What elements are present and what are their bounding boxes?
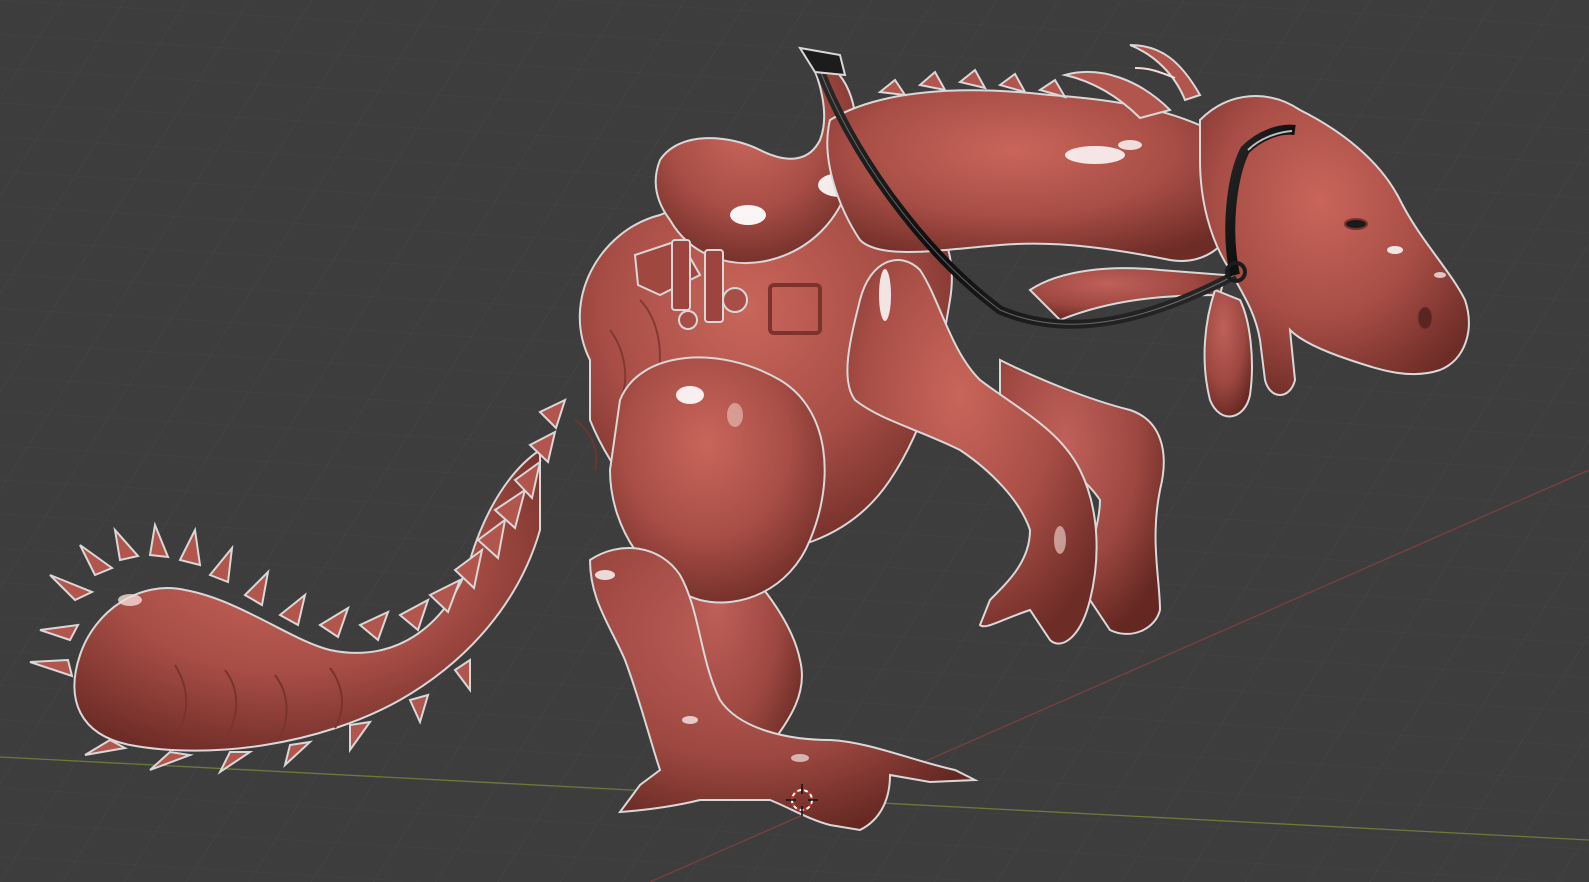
3d-viewport[interactable] — [0, 0, 1589, 882]
viewport-canvas[interactable] — [0, 0, 1589, 882]
nostril — [1417, 306, 1433, 330]
eye — [1344, 218, 1368, 230]
